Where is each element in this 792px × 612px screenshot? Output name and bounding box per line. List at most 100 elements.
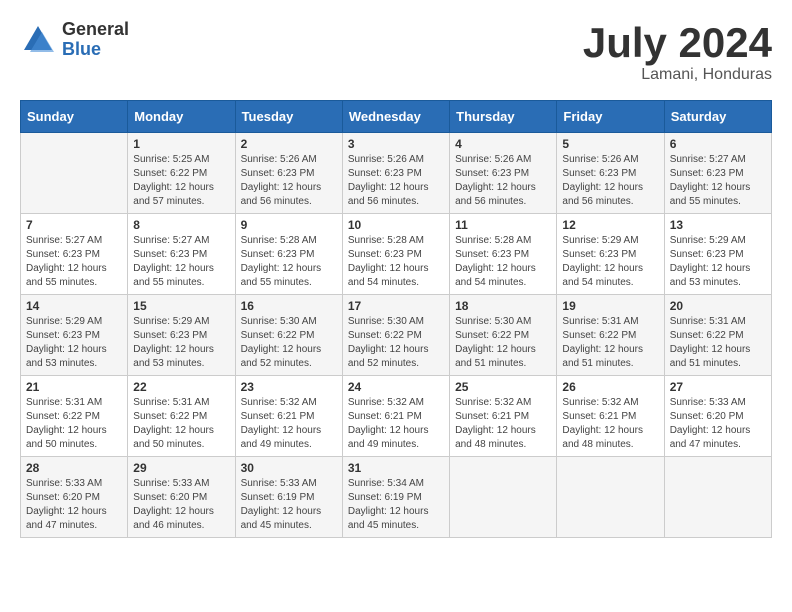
day-number: 26: [562, 380, 658, 394]
calendar-cell: 25Sunrise: 5:32 AM Sunset: 6:21 PM Dayli…: [450, 376, 557, 457]
cell-info: Sunrise: 5:26 AM Sunset: 6:23 PM Dayligh…: [348, 153, 444, 209]
day-number: 27: [670, 380, 766, 394]
header-row: SundayMondayTuesdayWednesdayThursdayFrid…: [21, 101, 772, 133]
cell-info: Sunrise: 5:25 AM Sunset: 6:22 PM Dayligh…: [133, 153, 229, 209]
day-number: 10: [348, 218, 444, 232]
day-number: 28: [26, 461, 122, 475]
day-number: 18: [455, 299, 551, 313]
calendar-cell: 11 Sunrise: 5:28 AM Sunset: 6:23 PM Dayli…: [450, 214, 557, 295]
logo-blue: Blue: [62, 40, 129, 60]
title-area: July 2024 Lamani, Honduras: [583, 20, 772, 84]
cell-info: Sunrise: 5:31 AM Sunset: 6:22 PM Dayligh…: [133, 396, 229, 452]
cell-info: Sunrise: 5:29 AM Sunset: 6:23 PM Dayligh…: [26, 315, 122, 371]
day-number: 1: [133, 137, 229, 151]
calendar-cell: 31 Sunrise: 5:34 AM Sunset: 6:19 PM Dayli…: [342, 457, 449, 538]
logo: General Blue: [20, 20, 129, 60]
logo-general: General: [62, 20, 129, 40]
day-number: 22: [133, 380, 229, 394]
week-row: 7 Sunrise: 5:27 AM Sunset: 6:23 PM Daylig…: [21, 214, 772, 295]
cell-info: Sunrise: 5:27 AM Sunset: 6:23 PM Dayligh…: [670, 153, 766, 209]
calendar-cell: 3 Sunrise: 5:26 AM Sunset: 6:23 PM Daylig…: [342, 133, 449, 214]
calendar-cell: 29 Sunrise: 5:33 AM Sunset: 6:20 PM Dayli…: [128, 457, 235, 538]
calendar-cell: [664, 457, 771, 538]
cell-info: Sunrise: 5:29 AM Sunset: 6:23 PM Dayligh…: [562, 234, 658, 290]
calendar-table: SundayMondayTuesdayWednesdayThursdayFrid…: [20, 100, 772, 538]
calendar-cell: [450, 457, 557, 538]
logo-text: General Blue: [62, 20, 129, 60]
calendar-cell: 10 Sunrise: 5:28 AM Sunset: 6:23 PM Dayli…: [342, 214, 449, 295]
calendar-cell: 15Sunrise: 5:29 AM Sunset: 6:23 PM Dayli…: [128, 295, 235, 376]
cell-info: Sunrise: 5:29 AM Sunset: 6:23 PM Dayligh…: [133, 315, 229, 371]
calendar-header: SundayMondayTuesdayWednesdayThursdayFrid…: [21, 101, 772, 133]
calendar-cell: 12 Sunrise: 5:29 AM Sunset: 6:23 PM Dayli…: [557, 214, 664, 295]
calendar-cell: 14 Sunrise: 5:29 AM Sunset: 6:23 PM Dayli…: [21, 295, 128, 376]
calendar-cell: 20Sunrise: 5:31 AM Sunset: 6:22 PM Dayli…: [664, 295, 771, 376]
day-number: 23: [241, 380, 337, 394]
calendar-cell: 18 Sunrise: 5:30 AM Sunset: 6:22 PM Dayli…: [450, 295, 557, 376]
cell-info: Sunrise: 5:33 AM Sunset: 6:20 PM Dayligh…: [670, 396, 766, 452]
cell-info: Sunrise: 5:32 AM Sunset: 6:21 PM Dayligh…: [241, 396, 337, 452]
week-row: 14 Sunrise: 5:29 AM Sunset: 6:23 PM Dayli…: [21, 295, 772, 376]
header-cell-monday: Monday: [128, 101, 235, 133]
cell-info: Sunrise: 5:28 AM Sunset: 6:23 PM Dayligh…: [348, 234, 444, 290]
calendar-cell: [21, 133, 128, 214]
calendar-cell: 16 Sunrise: 5:30 AM Sunset: 6:22 PM Dayli…: [235, 295, 342, 376]
calendar-cell: 26Sunrise: 5:32 AM Sunset: 6:21 PM Dayli…: [557, 376, 664, 457]
day-number: 14: [26, 299, 122, 313]
calendar-cell: 24Sunrise: 5:32 AM Sunset: 6:21 PM Dayli…: [342, 376, 449, 457]
cell-info: Sunrise: 5:33 AM Sunset: 6:20 PM Dayligh…: [26, 477, 122, 533]
cell-info: Sunrise: 5:34 AM Sunset: 6:19 PM Dayligh…: [348, 477, 444, 533]
header-cell-saturday: Saturday: [664, 101, 771, 133]
cell-info: Sunrise: 5:30 AM Sunset: 6:22 PM Dayligh…: [241, 315, 337, 371]
calendar-cell: 23 Sunrise: 5:32 AM Sunset: 6:21 PM Dayli…: [235, 376, 342, 457]
cell-info: Sunrise: 5:26 AM Sunset: 6:23 PM Dayligh…: [562, 153, 658, 209]
day-number: 16: [241, 299, 337, 313]
day-number: 31: [348, 461, 444, 475]
cell-info: Sunrise: 5:33 AM Sunset: 6:20 PM Dayligh…: [133, 477, 229, 533]
day-number: 25: [455, 380, 551, 394]
calendar-cell: 19Sunrise: 5:31 AM Sunset: 6:22 PM Dayli…: [557, 295, 664, 376]
calendar-cell: 22 Sunrise: 5:31 AM Sunset: 6:22 PM Dayli…: [128, 376, 235, 457]
header-cell-thursday: Thursday: [450, 101, 557, 133]
cell-info: Sunrise: 5:30 AM Sunset: 6:22 PM Dayligh…: [348, 315, 444, 371]
cell-info: Sunrise: 5:27 AM Sunset: 6:23 PM Dayligh…: [26, 234, 122, 290]
cell-info: Sunrise: 5:27 AM Sunset: 6:23 PM Dayligh…: [133, 234, 229, 290]
cell-info: Sunrise: 5:30 AM Sunset: 6:22 PM Dayligh…: [455, 315, 551, 371]
week-row: 21Sunrise: 5:31 AM Sunset: 6:22 PM Dayli…: [21, 376, 772, 457]
day-number: 3: [348, 137, 444, 151]
cell-info: Sunrise: 5:33 AM Sunset: 6:19 PM Dayligh…: [241, 477, 337, 533]
calendar-cell: 7 Sunrise: 5:27 AM Sunset: 6:23 PM Daylig…: [21, 214, 128, 295]
day-number: 19: [562, 299, 658, 313]
day-number: 12: [562, 218, 658, 232]
cell-info: Sunrise: 5:28 AM Sunset: 6:23 PM Dayligh…: [455, 234, 551, 290]
week-row: 28 Sunrise: 5:33 AM Sunset: 6:20 PM Dayli…: [21, 457, 772, 538]
calendar-cell: 27 Sunrise: 5:33 AM Sunset: 6:20 PM Dayli…: [664, 376, 771, 457]
calendar-cell: 30 Sunrise: 5:33 AM Sunset: 6:19 PM Dayli…: [235, 457, 342, 538]
cell-info: Sunrise: 5:31 AM Sunset: 6:22 PM Dayligh…: [670, 315, 766, 371]
logo-icon: [20, 22, 56, 58]
calendar-cell: 9Sunrise: 5:28 AM Sunset: 6:23 PM Daylig…: [235, 214, 342, 295]
day-number: 29: [133, 461, 229, 475]
cell-info: Sunrise: 5:28 AM Sunset: 6:23 PM Dayligh…: [241, 234, 337, 290]
day-number: 7: [26, 218, 122, 232]
calendar-cell: 1 Sunrise: 5:25 AM Sunset: 6:22 PM Daylig…: [128, 133, 235, 214]
calendar-cell: 8Sunrise: 5:27 AM Sunset: 6:23 PM Daylig…: [128, 214, 235, 295]
cell-info: Sunrise: 5:26 AM Sunset: 6:23 PM Dayligh…: [455, 153, 551, 209]
header-cell-tuesday: Tuesday: [235, 101, 342, 133]
calendar-cell: 5Sunrise: 5:26 AM Sunset: 6:23 PM Daylig…: [557, 133, 664, 214]
header-cell-wednesday: Wednesday: [342, 101, 449, 133]
cell-info: Sunrise: 5:31 AM Sunset: 6:22 PM Dayligh…: [26, 396, 122, 452]
cell-info: Sunrise: 5:29 AM Sunset: 6:23 PM Dayligh…: [670, 234, 766, 290]
header-cell-sunday: Sunday: [21, 101, 128, 133]
day-number: 6: [670, 137, 766, 151]
day-number: 24: [348, 380, 444, 394]
day-number: 17: [348, 299, 444, 313]
location-subtitle: Lamani, Honduras: [583, 66, 772, 84]
day-number: 30: [241, 461, 337, 475]
calendar-cell: 13Sunrise: 5:29 AM Sunset: 6:23 PM Dayli…: [664, 214, 771, 295]
calendar-cell: 21Sunrise: 5:31 AM Sunset: 6:22 PM Dayli…: [21, 376, 128, 457]
day-number: 11: [455, 218, 551, 232]
month-title: July 2024: [583, 20, 772, 66]
week-row: 1 Sunrise: 5:25 AM Sunset: 6:22 PM Daylig…: [21, 133, 772, 214]
calendar-cell: [557, 457, 664, 538]
